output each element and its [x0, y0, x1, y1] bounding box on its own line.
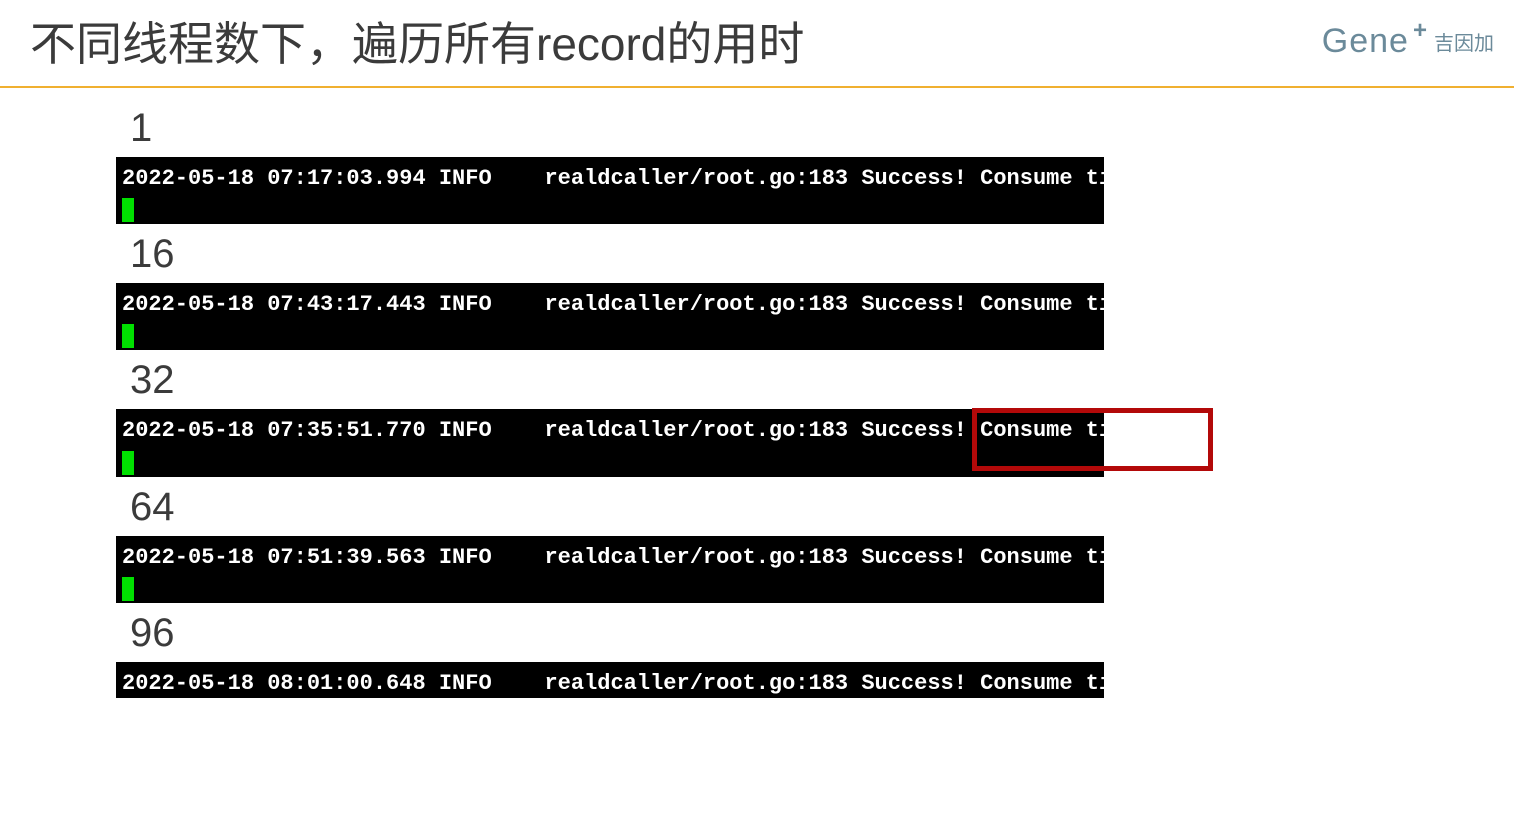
log-line-tail: Consume time 471s [980, 671, 1204, 696]
thread-run-1: 1 2022-05-18 07:17:03.994 INFO realdcall… [116, 106, 1514, 224]
log-line-tail: Consume time 2543s [980, 166, 1218, 191]
terminal-output: 2022-05-18 07:17:03.994 INFO realdcaller… [116, 157, 1104, 224]
thread-run-64: 64 2022-05-18 07:51:39.563 INFO realdcal… [116, 485, 1514, 603]
logo-text-cn: 吉因加 [1434, 27, 1494, 56]
terminal-cursor-icon [122, 324, 134, 348]
thread-count-label: 96 [130, 611, 1514, 656]
terminal-cursor-icon [122, 577, 134, 601]
slide-content: 1 2022-05-18 07:17:03.994 INFO realdcall… [0, 88, 1514, 698]
brand-logo: Gene+ 吉因加 [1322, 22, 1494, 61]
thread-count-label: 64 [130, 485, 1514, 530]
terminal-output: 2022-05-18 07:51:39.563 INFO realdcaller… [116, 536, 1104, 603]
log-line-tail: Consume time 390s [980, 545, 1204, 570]
slide-title: 不同线程数下，遍历所有record的用时 [30, 8, 804, 74]
terminal-output: 2022-05-18 07:35:51.770 INFO realdcaller… [116, 409, 1104, 476]
terminal-output: 2022-05-18 07:43:17.443 INFO realdcaller… [116, 283, 1104, 350]
terminal-cursor-icon [122, 198, 134, 222]
terminal-cursor-icon [122, 451, 134, 475]
terminal-output: 2022-05-18 08:01:00.648 INFO realdcaller… [116, 662, 1104, 699]
log-line-pre: 2022-05-18 08:01:00.648 INFO realdcaller… [122, 671, 980, 696]
thread-count-label: 1 [130, 106, 1514, 151]
log-line-tail: Consume time 200s [980, 418, 1204, 443]
thread-count-label: 32 [130, 358, 1514, 403]
thread-run-96: 96 2022-05-18 08:01:00.648 INFO realdcal… [116, 611, 1514, 699]
thread-run-16: 16 2022-05-18 07:43:17.443 INFO realdcal… [116, 232, 1514, 350]
log-line-pre: 2022-05-18 07:43:17.443 INFO realdcaller… [122, 292, 980, 317]
thread-count-label: 16 [130, 232, 1514, 277]
plus-icon: + [1413, 17, 1427, 45]
logo-text-main: Gene [1322, 22, 1409, 61]
log-line-tail: Consume time 250s [980, 292, 1204, 317]
thread-run-32: 32 2022-05-18 07:35:51.770 INFO realdcal… [116, 358, 1514, 476]
log-line-pre: 2022-05-18 07:35:51.770 INFO realdcaller… [122, 418, 980, 443]
slide-header: 不同线程数下，遍历所有record的用时 Gene+ 吉因加 [0, 0, 1514, 88]
log-line-pre: 2022-05-18 07:51:39.563 INFO realdcaller… [122, 545, 980, 570]
log-line-pre: 2022-05-18 07:17:03.994 INFO realdcaller… [122, 166, 980, 191]
